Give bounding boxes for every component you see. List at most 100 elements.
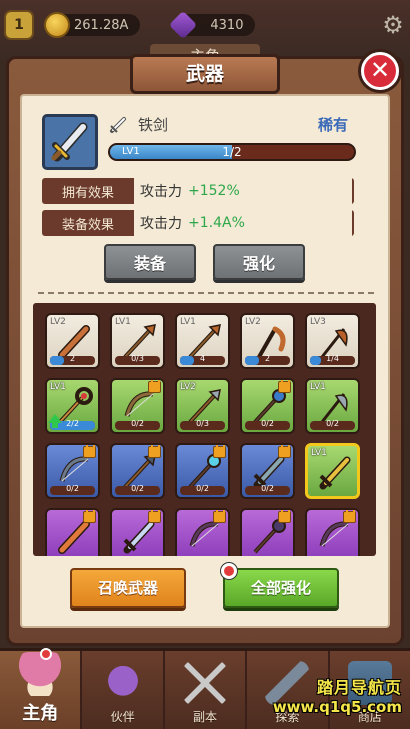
weapon-level-progress: LV1 1/2 [108,143,356,161]
weapon-slot-level: LV1 [310,382,326,392]
weapon-slot-level: LV1 [311,448,327,458]
player-level-badge[interactable]: 1 [4,10,34,40]
owned-effect-value: 攻击力 +152% [134,178,352,204]
lock-icon [278,445,291,458]
weapon-slot-level: LV1 [115,317,131,327]
equip-effect-bonus: +1.4A% [188,215,245,231]
watermark-line2: www.q1q5.com [272,698,402,716]
owned-effect-stat: 攻击力 [140,184,182,200]
weapon-slot[interactable]: LV1 0/2 [305,378,360,434]
coin-icon [44,12,70,38]
weapon-slot-progress: 4 [180,354,225,365]
sword-type-icon [110,116,126,133]
equip-button[interactable]: 装备 [104,244,196,280]
lock-icon [83,510,96,523]
weapon-slot-progress-text: 0/2 [131,484,144,493]
summon-weapon-button[interactable]: 召唤武器 [70,568,186,608]
equip-effect-stat: 攻击力 [140,216,182,232]
coin-value: 261.28A [74,17,129,33]
weapon-slot-progress-text: 0/2 [326,419,339,428]
nav-notification-dot [40,648,53,660]
crossed-swords-icon [183,661,228,705]
weapon-slot[interactable] [110,508,165,556]
weapon-slot[interactable] [240,508,295,556]
weapon-inventory-grid: LV2 2 LV1 0/3 LV1 4 LV2 2 LV3 1/4 LV1 2/2 0/2 LV2 0/3 0… [33,303,376,556]
lock-icon [148,445,161,458]
weapon-slot-level: LV2 [50,317,66,327]
nav-item-dungeon[interactable]: 副本 [165,651,248,729]
weapon-icon [319,456,351,490]
notification-dot [221,563,237,579]
weapon-name: 铁剑 [138,116,169,134]
weapon-slot[interactable]: LV1 2/2 [45,378,100,434]
weapon-slot-progress-text: 1/4 [326,354,339,363]
upgrade-arrow-icon [48,414,62,428]
weapon-slot[interactable]: 0/2 [240,378,295,434]
weapon-slot[interactable]: LV2 0/3 [175,378,230,434]
top-hud: 1 261.28A 4310 ⚙ 主角 [0,0,410,68]
weapon-slot-progress-text: 0/3 [196,419,209,428]
weapon-slot-level: LV2 [245,317,261,327]
weapon-slot-progress: 2 [50,354,95,365]
iron-sword-icon [51,122,88,162]
modal-title: 武器 [130,54,280,94]
nav-item-hero[interactable]: 主角 [0,648,83,729]
weapon-slot-level: LV1 [180,317,196,327]
lock-icon [148,380,161,393]
weapon-slot[interactable] [175,508,230,556]
weapon-slot-progress: 0/2 [115,484,160,495]
weapon-slot[interactable]: LV2 2 [45,313,100,369]
equip-effect-value: 攻击力 +1.4A% [134,210,352,236]
gem-counter: 4310 [169,10,256,40]
weapon-slot[interactable]: LV1 [305,443,360,499]
weapon-slot-progress-text: 0/2 [66,484,79,493]
weapon-slot[interactable]: LV1 4 [175,313,230,369]
weapon-slot[interactable]: LV1 0/3 [110,313,165,369]
gear-icon[interactable]: ⚙ [380,12,406,38]
weapon-slot[interactable] [305,508,360,556]
upgrade-button[interactable]: 强化 [213,244,305,280]
nav-label-partner: 伙伴 [110,710,135,724]
weapon-slot-progress: 0/2 [245,484,290,495]
weapon-slot-progress-text: 0/2 [261,419,274,428]
weapon-slot[interactable] [45,508,100,556]
weapon-slot-progress: 0/2 [115,419,160,430]
weapon-slot-progress: 0/2 [310,419,355,430]
divider [38,292,374,294]
gem-value: 4310 [210,17,244,33]
weapon-slot[interactable]: 0/2 [240,443,295,499]
close-button[interactable]: ✕ [361,52,399,90]
lock-icon [83,445,96,458]
weapon-slot-progress: 0/2 [245,419,290,430]
upgrade-all-button[interactable]: 全部强化 [223,568,339,608]
weapon-slot[interactable]: 0/2 [110,443,165,499]
coin-counter: 261.28A [44,12,141,38]
equip-effect-row: 装备效果 攻击力 +1.4A% [42,210,354,236]
owned-effect-row: 拥有效果 攻击力 +152% [42,178,354,204]
weapon-slot-progress-text: 0/2 [261,484,274,493]
lock-icon [278,510,291,523]
gem-icon [169,10,198,40]
lock-icon [213,510,226,523]
lock-icon [278,380,291,393]
weapon-slot-progress-text: 4 [199,354,206,363]
nav-label-dungeon: 副本 [193,710,218,724]
weapon-slot-progress-text: 2 [264,354,271,363]
weapon-slot[interactable]: 0/2 [45,443,100,499]
weapon-slot[interactable]: 0/2 [110,378,165,434]
weapon-name-row: 铁剑 [108,114,168,135]
owned-effect-label: 拥有效果 [61,185,114,201]
watermark: 踏月导航页 www.q1q5.com [273,674,402,716]
ghost-icon [100,661,145,705]
selected-weapon-icon [42,114,98,170]
weapon-slot-progress: 2 [245,354,290,365]
weapon-slot[interactable]: LV2 2 [240,313,295,369]
weapon-slot-progress: 0/2 [180,484,225,495]
lock-icon [213,445,226,458]
weapon-slot[interactable]: 0/2 [175,443,230,499]
mushroom-icon [18,648,63,696]
weapon-slot[interactable]: LV3 1/4 [305,313,360,369]
nav-item-partner[interactable]: 伙伴 [82,651,165,729]
nav-label-hero: 主角 [22,703,59,724]
resource-bar: 1 261.28A 4310 ⚙ [4,8,406,42]
